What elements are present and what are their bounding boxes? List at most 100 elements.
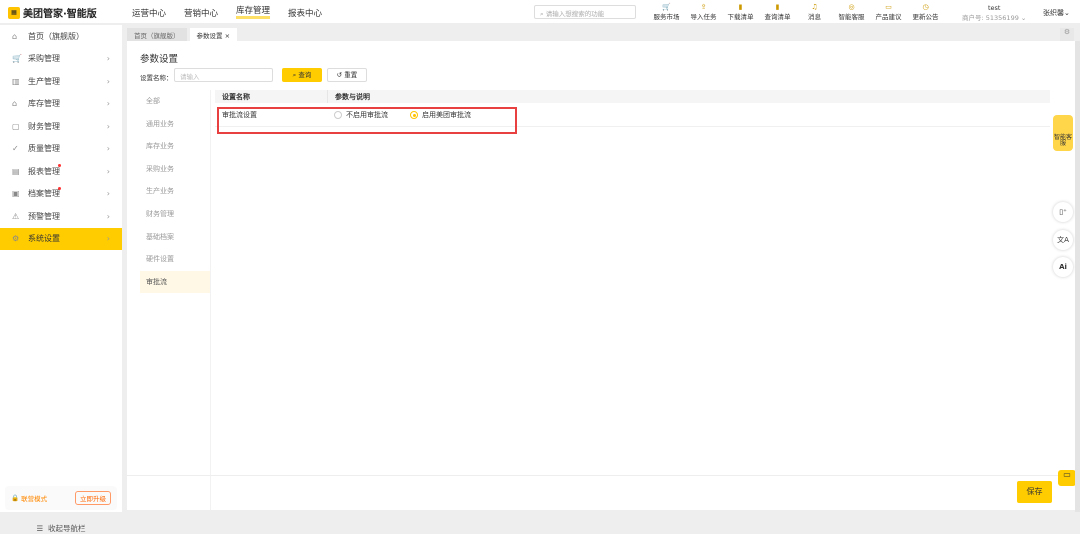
tab-label: 参数设置 [196,32,223,40]
nav-reports[interactable]: 报表中心 [288,7,322,19]
chevron-right-icon: › [106,121,110,131]
header-name: 设置名称 [215,90,328,103]
tool-bell[interactable]: ♫ 消息 [796,3,833,21]
sidebar-item-6[interactable]: ▤ 报表管理 › [0,160,122,183]
tab-label: 首页（旗舰版） [134,32,180,40]
tab-params[interactable]: 参数设置 × [189,28,238,41]
chevron-right-icon: › [106,234,110,244]
tool-download[interactable]: ▮ 下载清单 [722,3,759,21]
bell-icon: ♫ [811,3,818,11]
sidebar-item-5[interactable]: ✓ 质量管理 › [0,138,122,161]
cart-icon: 🛒 [662,3,671,11]
highlight-box [217,107,517,134]
sidebar-item-8[interactable]: ⚠ 预警管理 › [0,205,122,228]
tool-query[interactable]: ▮ 查询清单 [759,3,796,21]
category-item[interactable]: 库存业务 [140,135,210,158]
notification-dot [58,164,61,167]
sidebar-item-label: 系统设置 [28,234,60,244]
archive-icon: ▣ [12,189,20,199]
search-input[interactable]: ⌕ 请输入想搜索的功能 [534,5,636,19]
sidebar-item-4[interactable]: ▢ 财务管理 › [0,115,122,138]
notice-icon: ◷ [922,3,929,11]
settings-icon[interactable]: ⚙ [1060,28,1074,41]
close-icon[interactable]: × [225,32,230,40]
reset-button[interactable]: ↺ 重置 [327,68,367,82]
sidebar-item-9[interactable]: ⚙ 系统设置 › [0,227,122,250]
category-item[interactable]: 基础档案 [140,226,210,249]
tool-label: 智能客服 [838,13,865,21]
category-item[interactable]: 采购业务 [140,158,210,181]
collapse-label: 收起导航栏 [48,524,86,533]
wallet-icon: ▢ [12,121,20,131]
sidebar-item-2[interactable]: ▥ 生产管理 › [0,70,122,93]
collapse-nav-button[interactable]: ☰ 收起导航栏 [0,517,122,534]
sidebar-item-label: 报表管理 [28,166,60,176]
assistant-mascot[interactable]: 智能客服 [1053,115,1073,151]
factory-icon: ▥ [12,76,20,86]
footer-divider [127,475,1075,476]
translate-icon[interactable]: 文A [1053,230,1073,250]
category-item[interactable]: 审批流 [140,270,210,294]
logo-icon: ▦ [8,6,20,19]
tool-label: 服务市场 [653,13,680,21]
nav-marketing[interactable]: 营销中心 [184,7,218,19]
sidebar-item-label: 生产管理 [28,76,60,86]
chat-icon[interactable]: ▭ [1058,470,1076,486]
category-item[interactable]: 生产业务 [140,180,210,203]
sidebar-item-label: 财务管理 [28,121,60,131]
warehouse-icon: ⌂ [12,99,18,109]
ai-icon[interactable]: Ai [1053,257,1073,277]
sidebar-item-label: 档案管理 [28,189,60,199]
tool-label: 下载清单 [727,13,754,21]
tool-cart[interactable]: 🛒 服务市场 [648,3,685,21]
alert-icon: ⚠ [12,211,20,221]
account-info[interactable]: test 商户号: 51356199 ⌄ [962,4,1026,22]
logo[interactable]: ▦ 美团管家·智能版 [8,5,97,20]
top-nav: 运营中心 营销中心 库存管理 报表中心 [132,7,322,19]
category-item[interactable]: 全部 [140,90,210,113]
toolbar: 🛒 服务市场 ⇪ 导入任务 ▮ 下载清单 ▮ 查询清单 ♫ 消息 ◎ 智能客服 ▭ 产品建议 ◷ 更新公告 [648,3,944,21]
reset-icon: ↺ [336,71,343,79]
chevron-right-icon: › [106,76,110,86]
sidebar-item-3[interactable]: ⌂ 库存管理 › [0,93,122,116]
header-params: 参数与说明 [335,93,370,101]
upgrade-button[interactable]: 立即升级 [75,491,111,505]
tab-home[interactable]: 首页（旗舰版） [127,28,187,41]
page-tabs: 首页（旗舰版） 参数设置 × [127,28,238,41]
nav-ops[interactable]: 运营中心 [132,7,166,19]
user-menu[interactable]: 张织馨⌄ [1043,8,1070,18]
search-placeholder: 请输入想搜索的功能 [545,10,605,18]
query-button[interactable]: ⌕ 查询 [282,68,322,82]
tool-label: 产品建议 [875,13,902,21]
sidebar-item-0[interactable]: ⌂ 首页（旗舰版） [0,25,122,48]
check-icon: ✓ [12,144,19,154]
nav-inventory[interactable]: 库存管理 [236,7,271,19]
sidebar-item-7[interactable]: ▣ 档案管理 › [0,183,122,206]
search-icon: ⌕ [292,71,297,79]
mascot-label: 智能客服 [1053,134,1072,147]
input-placeholder: 请输入 [180,73,200,81]
home-icon: ⌂ [12,31,18,41]
top-bar: ▦ 美团管家·智能版 运营中心 营销中心 库存管理 报表中心 ⌕ 请输入想搜索的功… [0,0,1080,24]
setting-name-input[interactable]: 请输入 [174,68,273,82]
sidebar-item-label: 库存管理 [28,99,60,109]
save-button[interactable]: 保存 [1017,481,1052,503]
tool-notice[interactable]: ◷ 更新公告 [907,3,944,21]
tool-service[interactable]: ◎ 智能客服 [833,3,870,21]
feedback-icon: ▭ [885,3,892,11]
tool-label: 导入任务 [690,13,717,21]
account-id: 商户号: 51356199 [962,14,1019,22]
query-icon: ▮ [775,3,780,11]
category-item[interactable]: 财务管理 [140,203,210,226]
panel-icon[interactable]: ▯⁺ [1053,202,1073,222]
tool-import[interactable]: ⇪ 导入任务 [685,3,722,21]
sidebar-item-1[interactable]: 🛒 采购管理 › [0,48,122,71]
scrollbar[interactable] [1075,41,1080,512]
table-header: 设置名称 参数与说明 [215,90,1050,103]
page-title: 参数设置 [140,54,179,65]
category-item[interactable]: 硬件设置 [140,248,210,271]
category-item[interactable]: 通用业务 [140,113,210,136]
tool-feedback[interactable]: ▭ 产品建议 [870,3,907,21]
sidebar-item-label: 预警管理 [28,211,60,221]
user-name: 张织馨 [1043,9,1064,17]
